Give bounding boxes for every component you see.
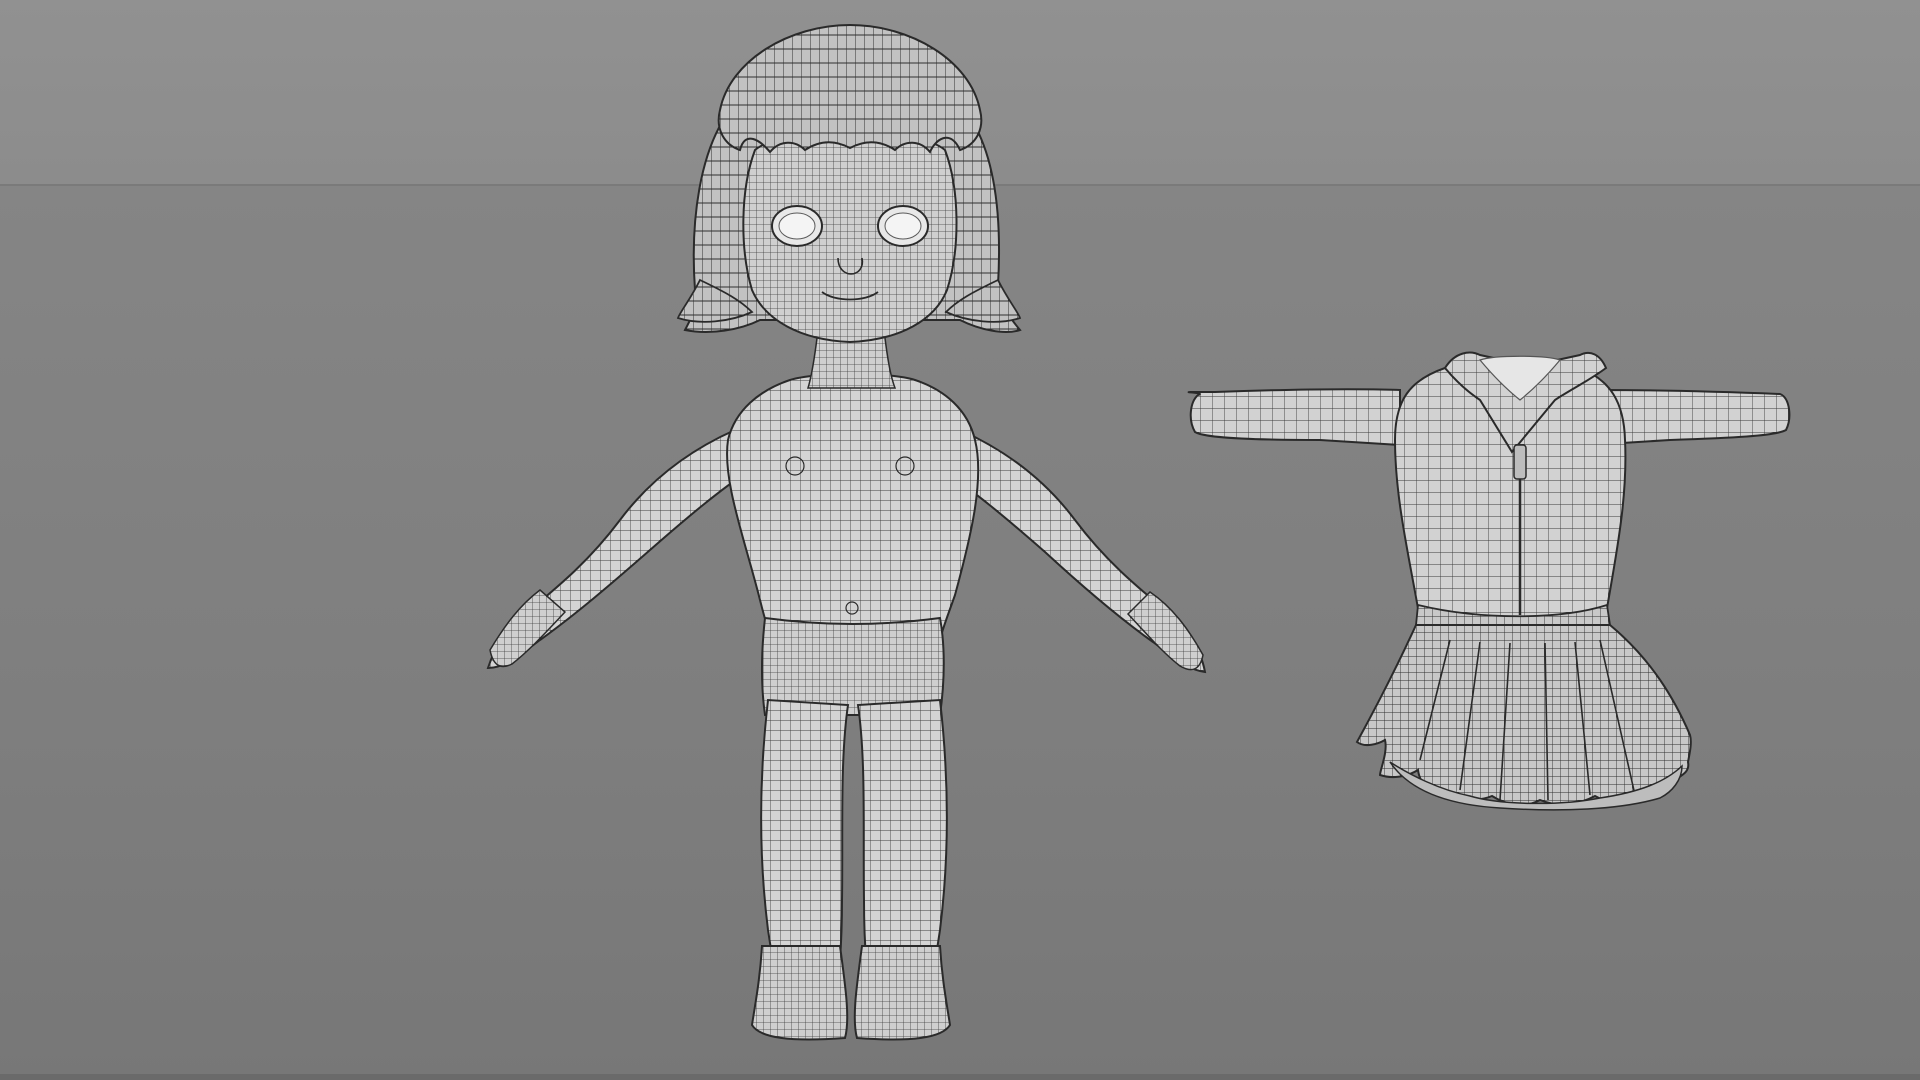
wireframe-models xyxy=(486,23,1791,1041)
3d-viewport[interactable] xyxy=(0,0,1920,1080)
zipper-pull-icon xyxy=(1513,444,1527,480)
character-body-mesh[interactable] xyxy=(486,23,1207,1041)
dress-left-sleeve xyxy=(1187,388,1401,447)
hair-bangs xyxy=(717,23,983,154)
torso xyxy=(726,373,980,641)
hoodie-dress-mesh[interactable] xyxy=(1187,351,1791,811)
right-boot xyxy=(853,945,952,1041)
left-boot xyxy=(750,945,849,1041)
